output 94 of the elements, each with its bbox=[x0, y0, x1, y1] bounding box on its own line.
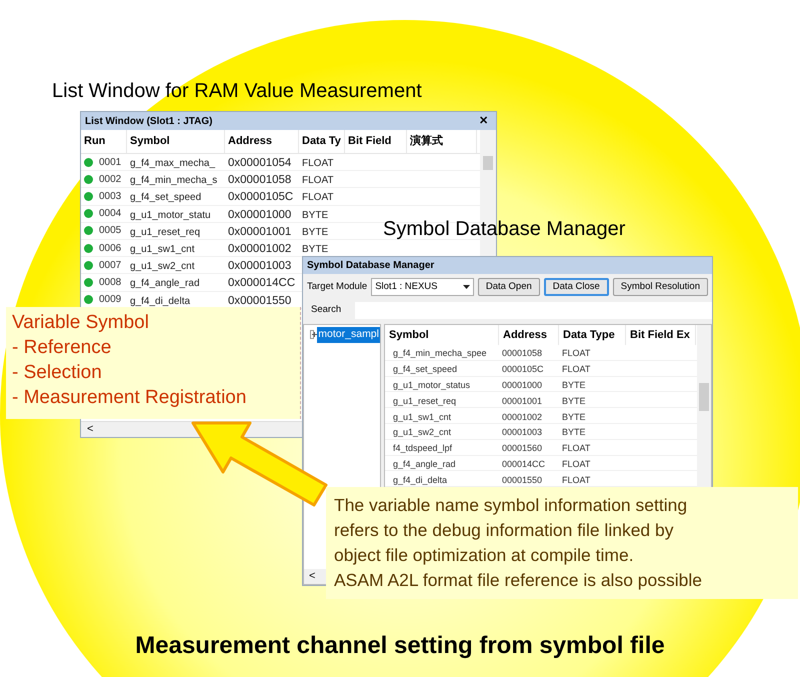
table-cell: FLOAT bbox=[302, 158, 334, 170]
table-cell: 0x00001002 bbox=[228, 243, 292, 256]
table-cell: 00001000 bbox=[502, 380, 542, 390]
table-cell: FLOAT bbox=[562, 443, 590, 454]
table-cell: g_u1_motor_status bbox=[393, 380, 470, 390]
search-field[interactable] bbox=[355, 302, 712, 318]
table-cell: 00001560 bbox=[502, 443, 542, 454]
table-cell: 000014CC bbox=[502, 458, 546, 469]
table-cell: g_u1_sw2_cnt bbox=[130, 261, 194, 272]
table-cell: g_u1_reset_req bbox=[130, 226, 200, 238]
table-cell: g_u1_motor_statu bbox=[130, 210, 211, 221]
table-cell: g_f4_min_mecha_spee bbox=[393, 348, 487, 358]
table-cell: 0x00001550 bbox=[228, 294, 292, 307]
table-cell-text: 0009 bbox=[99, 293, 122, 308]
column-header[interactable]: Address bbox=[225, 130, 299, 153]
table-cell: 0x00001058 bbox=[228, 174, 292, 186]
table-cell: 0x00001003 bbox=[228, 260, 292, 272]
table-cell: 0000105C bbox=[502, 364, 544, 374]
table-cell-text: 0001 bbox=[99, 156, 122, 170]
scroll-thumb[interactable] bbox=[699, 383, 709, 411]
table-cell: BYTE bbox=[562, 427, 586, 438]
toolbar-button[interactable]: Data Close bbox=[544, 278, 609, 296]
tree-item[interactable]: motor_sampl bbox=[317, 327, 380, 343]
callout-text: The variable name symbol information setting bbox=[334, 494, 688, 517]
table-cell: FLOAT bbox=[562, 458, 590, 469]
table-cell: FLOAT bbox=[562, 474, 590, 485]
table-cell-text: 0007 bbox=[99, 258, 122, 273]
table-cell: 00001550 bbox=[502, 474, 542, 485]
table-cell: 0x00001054 bbox=[228, 157, 292, 170]
table-cell-text: 0006 bbox=[99, 242, 122, 256]
window-title: Symbol Database Manager bbox=[307, 259, 434, 273]
column-header[interactable]: Bit Field Ex bbox=[626, 325, 696, 345]
close-button[interactable]: ✕ bbox=[475, 116, 492, 126]
callout-text: - Selection bbox=[12, 361, 103, 385]
table-cell: BYTE bbox=[562, 380, 586, 390]
column-header[interactable]: Data Type bbox=[559, 325, 626, 345]
table-cell-text: 0008 bbox=[99, 276, 122, 290]
table-cell-text: 0003 bbox=[99, 190, 122, 204]
toolbar-button[interactable]: Symbol Resolution bbox=[612, 278, 708, 296]
table-cell: 0x0000105C bbox=[228, 191, 294, 204]
table-cell-text: 0004 bbox=[99, 207, 122, 222]
scroll-left-arrow[interactable]: < bbox=[304, 568, 320, 585]
table-cell: g_f4_set_speed bbox=[393, 364, 458, 374]
table-cell: g_f4_min_mecha_s bbox=[130, 175, 218, 186]
table-cell: FLOAT bbox=[562, 364, 590, 374]
caret-icon bbox=[462, 285, 470, 289]
section-caption: Symbol Database Manager bbox=[383, 217, 626, 242]
table-cell: 00001003 bbox=[502, 427, 542, 438]
table-cell: g_f4_angle_rad bbox=[393, 458, 456, 469]
table-cell: g_f4_di_delta bbox=[130, 296, 190, 307]
callout-text: Variable Symbol bbox=[12, 311, 150, 335]
table-cell: FLOAT bbox=[302, 192, 334, 204]
table-cell: 0x00001000 bbox=[228, 208, 292, 221]
table-cell: f4_tdspeed_lpf bbox=[393, 443, 452, 454]
table-cell: g_u1_sw2_cnt bbox=[393, 427, 452, 438]
table-cell: FLOAT bbox=[302, 175, 334, 186]
column-header[interactable]: Symbol bbox=[385, 325, 499, 345]
column-header[interactable]: 演算式 bbox=[407, 130, 477, 153]
table-cell: BYTE bbox=[302, 244, 328, 256]
callout-text: ASAM A2L format file reference is also possible bbox=[334, 569, 703, 592]
footer-title: Measurement channel setting from symbol file bbox=[135, 632, 665, 659]
table-cell: BYTE bbox=[302, 210, 328, 221]
table-cell: BYTE bbox=[302, 226, 328, 238]
table-cell: 00001002 bbox=[502, 412, 542, 422]
toolbar-button[interactable]: Data Open bbox=[478, 278, 540, 296]
table-cell: 0x000014CC bbox=[228, 277, 296, 290]
table-cell: g_f4_angle_rad bbox=[130, 278, 200, 290]
table-cell: g_f4_set_speed bbox=[130, 192, 202, 204]
callout-text: refers to the debug information file linked by bbox=[334, 519, 674, 542]
scroll-left-arrow[interactable]: < bbox=[81, 421, 100, 438]
scroll-thumb[interactable] bbox=[483, 156, 493, 170]
column-header[interactable]: Symbol bbox=[127, 130, 225, 153]
callout-text: - Reference bbox=[12, 336, 112, 360]
table-cell: 00001001 bbox=[502, 396, 542, 406]
table-cell-text: 0002 bbox=[99, 172, 122, 187]
window-title: List Window (Slot1 : JTAG) bbox=[85, 114, 212, 128]
table-cell: FLOAT bbox=[562, 348, 590, 358]
field-label: Search bbox=[311, 302, 342, 317]
target-module-dropdown[interactable]: Slot1 : NEXUS bbox=[371, 278, 474, 296]
column-header[interactable]: Address bbox=[499, 325, 559, 345]
table-cell: 00001058 bbox=[502, 348, 542, 358]
table-cell: BYTE bbox=[562, 396, 586, 406]
table-cell: g_f4_di_delta bbox=[393, 474, 448, 485]
table-cell: 0x00001001 bbox=[228, 226, 292, 238]
table-cell: g_f4_max_mecha_ bbox=[130, 158, 216, 170]
table-cell-text: 0005 bbox=[99, 224, 122, 238]
table-cell: g_u1_reset_req bbox=[393, 396, 456, 406]
callout-text: object file optimization at compile time. bbox=[334, 544, 635, 567]
table-cell: g_u1_sw1_cnt bbox=[393, 412, 452, 422]
table-cell: BYTE bbox=[562, 412, 586, 422]
expander-icon[interactable] bbox=[310, 330, 314, 340]
table-cell: g_u1_sw1_cnt bbox=[130, 244, 194, 256]
field-label: Target Module bbox=[307, 280, 368, 294]
callout-text: - Measurement Registration bbox=[12, 386, 248, 410]
